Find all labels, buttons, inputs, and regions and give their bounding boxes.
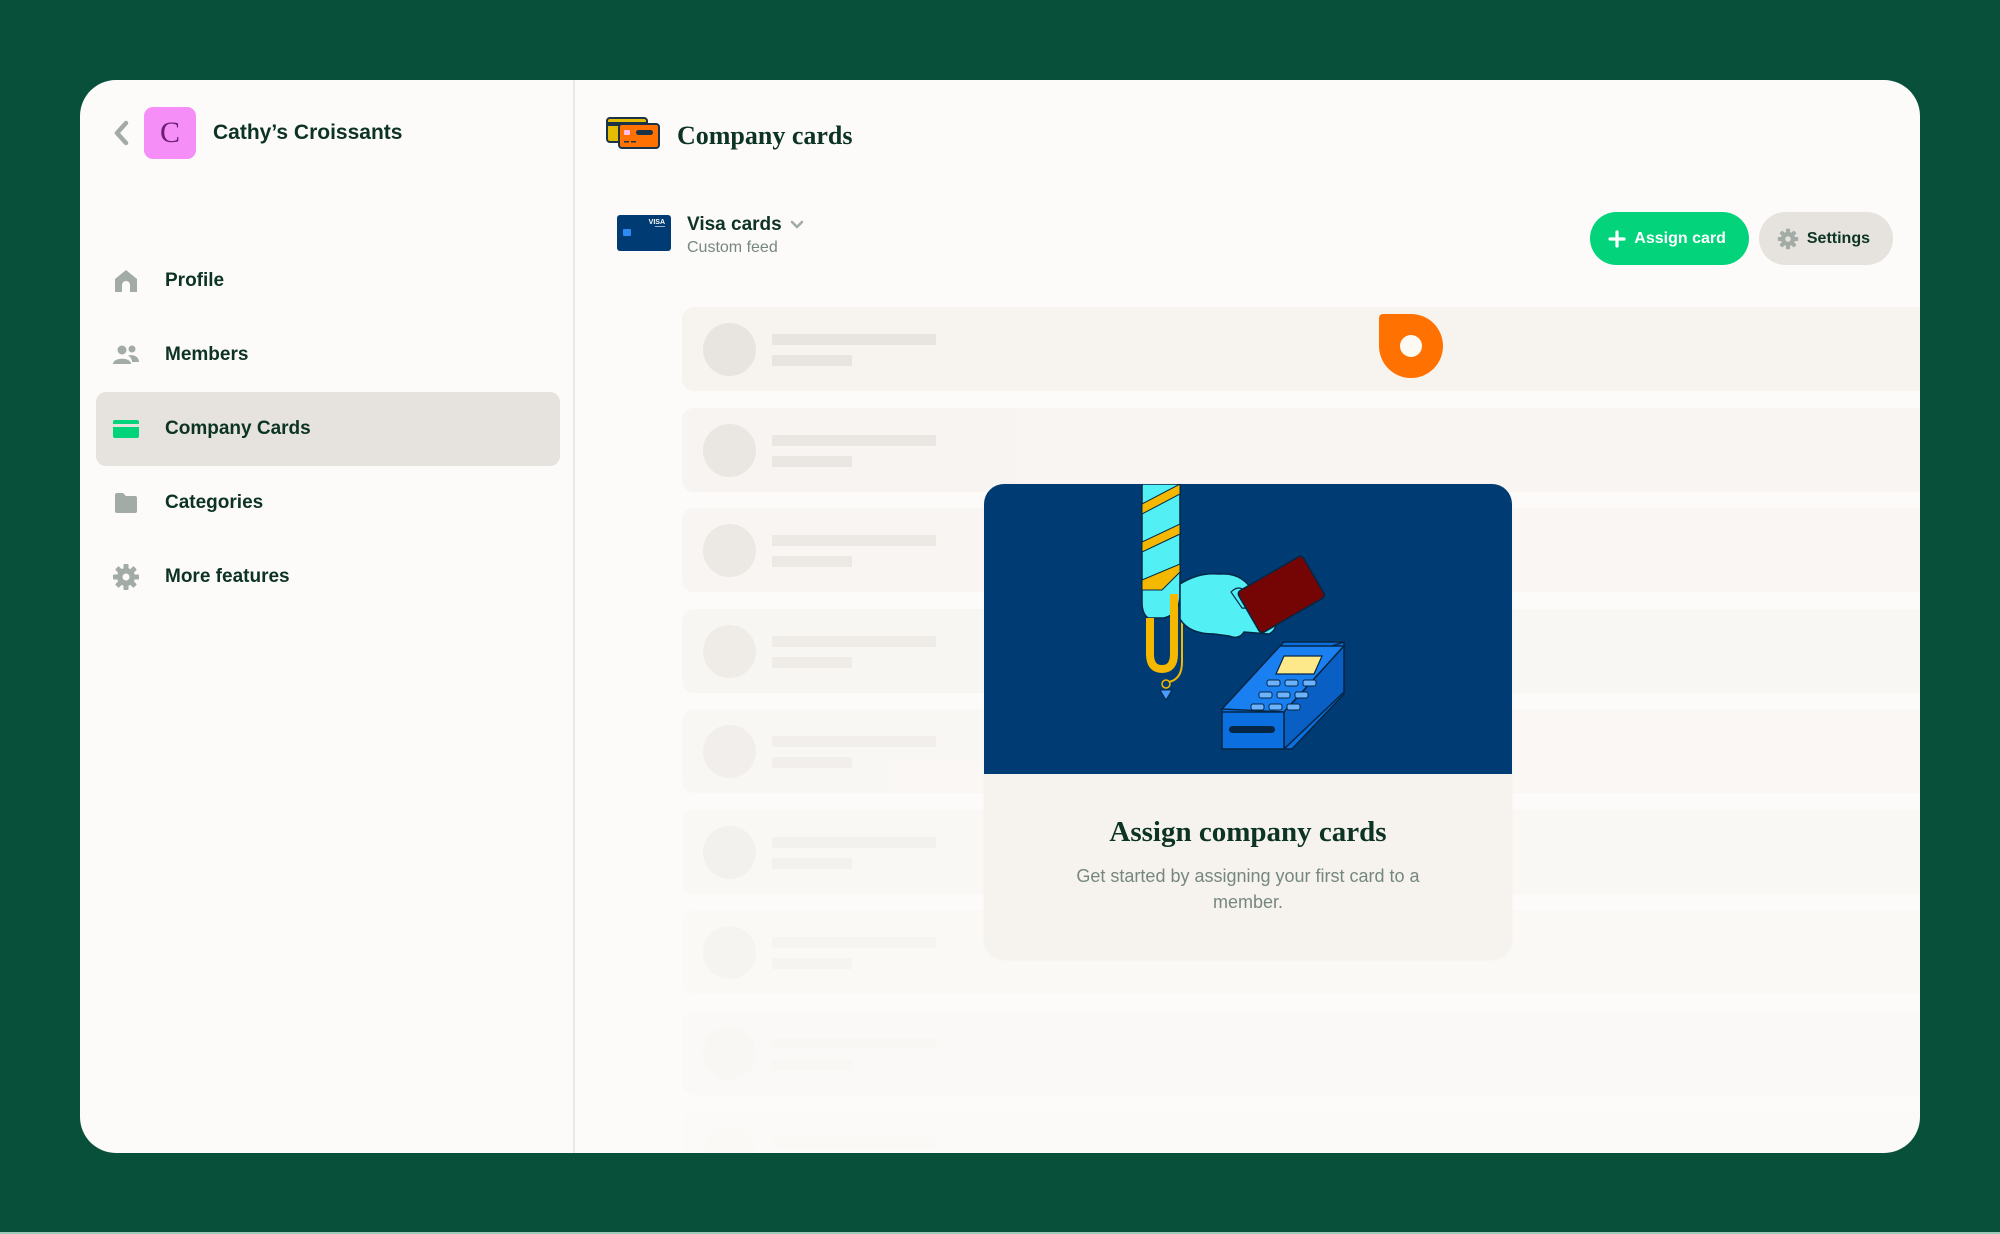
skeleton-text-line — [772, 355, 852, 366]
skeleton-text-line — [772, 757, 852, 768]
workspace-name: Cathy’s Croissants — [213, 121, 403, 144]
skeleton-text-line — [772, 1138, 936, 1149]
credit-card-icon — [112, 415, 140, 443]
skeleton-text-line — [772, 958, 852, 969]
back-button[interactable] — [106, 113, 136, 153]
users-icon — [112, 341, 140, 369]
settings-label: Settings — [1806, 229, 1870, 247]
chevron-down-icon — [790, 220, 804, 229]
chevron-left-icon — [114, 120, 129, 146]
home-icon — [112, 267, 140, 295]
card-payment-illustration — [984, 484, 1512, 774]
skeleton-row — [682, 407, 1920, 492]
main-content: Company cards VISA Visa cards Custom fee… — [577, 80, 1920, 1153]
skeleton-text-line — [772, 736, 936, 747]
feed-info: Visa cards Custom feed — [687, 214, 804, 257]
cursor-marker-dot — [1400, 335, 1422, 357]
feed-subtitle: Custom feed — [687, 239, 778, 256]
plus-icon — [1608, 229, 1626, 248]
app-window: C Cathy’s Croissants Profile Members Com… — [80, 80, 1920, 1153]
skeleton-avatar — [703, 825, 756, 879]
skeleton-text-line — [772, 1058, 852, 1070]
sidebar-item-categories[interactable]: Categories — [96, 466, 560, 540]
sidebar-item-label: Profile — [165, 270, 225, 291]
gear-icon — [112, 563, 140, 591]
skeleton-text-line — [772, 556, 852, 567]
skeleton-text-line — [772, 635, 936, 647]
sidebar-item-members[interactable]: Members — [96, 318, 560, 392]
page-title: Company cards — [677, 120, 853, 150]
skeleton-text-line — [772, 1037, 936, 1049]
skeleton-text-line — [772, 535, 936, 546]
skeleton-text-line — [772, 434, 936, 446]
skeleton-text-line — [772, 334, 936, 345]
assign-card-button[interactable]: Assign card — [1590, 212, 1749, 265]
company-cards-icon — [605, 116, 661, 155]
workspace-header: C Cathy’s Croissants — [106, 107, 402, 159]
sidebar-item-profile[interactable]: Profile — [96, 244, 560, 318]
workspace-avatar: C — [144, 107, 196, 159]
skeleton-avatar — [703, 1127, 756, 1153]
skeleton-text-line — [772, 857, 852, 869]
folder-icon — [112, 489, 140, 517]
sidebar-item-label: Company Cards — [165, 418, 311, 439]
skeleton-row — [682, 1010, 1920, 1095]
sidebar: C Cathy’s Croissants Profile Members Com… — [80, 80, 575, 1153]
skeleton-avatar — [703, 323, 756, 376]
cursor-marker — [1379, 314, 1443, 378]
skeleton-text-line — [772, 455, 852, 467]
skeleton-avatar — [703, 725, 756, 778]
skeleton-avatar — [703, 1026, 756, 1080]
sidebar-item-label: More features — [165, 566, 290, 587]
sidebar-item-more-features[interactable]: More features — [96, 540, 560, 614]
empty-state-title: Assign company cards — [1109, 816, 1387, 848]
skeleton-avatar — [703, 524, 756, 577]
skeleton-text-line — [772, 656, 852, 668]
sidebar-nav: Profile Members Company Cards Categories — [96, 244, 560, 614]
feed-title: Visa cards — [687, 214, 782, 235]
card-feed-selector[interactable]: VISA Visa cards Custom feed — [617, 214, 804, 257]
visa-card-icon: VISA — [617, 215, 671, 256]
assign-card-label: Assign card — [1634, 229, 1726, 247]
sidebar-item-company-cards[interactable]: Company Cards — [96, 392, 560, 466]
skeleton-avatar — [703, 624, 756, 678]
sidebar-item-label: Categories — [165, 492, 264, 513]
skeleton-text-line — [772, 836, 936, 848]
header-actions: Assign card Settings — [1590, 212, 1893, 265]
skeleton-avatar — [703, 423, 756, 477]
gear-icon — [1777, 228, 1799, 249]
page-header: Company cards — [605, 116, 853, 155]
empty-state-description: Get started by assigning your first card… — [1076, 866, 1420, 912]
skeleton-row — [682, 307, 1920, 391]
skeleton-row — [682, 1111, 1920, 1153]
card-brand-label: VISA — [649, 219, 665, 226]
skeleton-avatar — [703, 926, 756, 979]
sidebar-item-label: Members — [165, 344, 249, 365]
empty-state-card: Assign company cards Get started by assi… — [984, 484, 1512, 960]
skeleton-text-line — [772, 937, 936, 948]
settings-button[interactable]: Settings — [1758, 212, 1893, 265]
